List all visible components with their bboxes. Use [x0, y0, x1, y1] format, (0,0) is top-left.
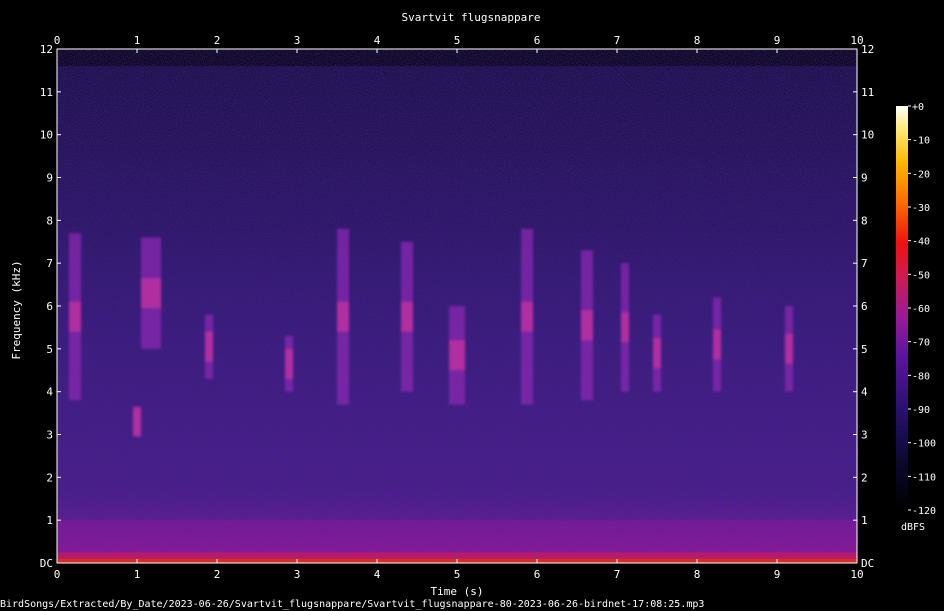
y-tick-label-left: 6 — [46, 300, 53, 313]
spectrogram-plot — [57, 49, 857, 563]
x-tick-label-bottom: 3 — [294, 568, 301, 581]
x-tick-label-bottom: 6 — [534, 568, 541, 581]
song-event-core — [337, 301, 349, 332]
y-tick-label-right: 3 — [861, 429, 868, 442]
x-tick-label-top: 1 — [134, 34, 141, 47]
colorbar-tick-label: -120 — [912, 506, 936, 517]
y-tick-label-right: 10 — [861, 129, 874, 142]
song-event-core — [285, 348, 293, 379]
y-tick-label-right: 5 — [861, 343, 868, 356]
y-axis-label: Frequency (kHz) — [10, 260, 23, 359]
x-axis-label: Time (s) — [431, 585, 484, 598]
x-tick-label-bottom: 7 — [614, 568, 621, 581]
colorbar-gradient — [896, 106, 908, 510]
colorbar-tick-label: -40 — [912, 237, 930, 248]
x-tick-label-bottom: 8 — [694, 568, 701, 581]
song-event-core — [581, 310, 593, 341]
chart-title: Svartvit flugsnappare — [401, 11, 540, 24]
colorbar-tick-label: -30 — [912, 203, 930, 214]
colorbar-unit: dBFS — [901, 522, 925, 533]
colorbar-tick-label: -20 — [912, 169, 930, 180]
file-path: BirdSongs/Extracted/By_Date/2023-06-26/S… — [0, 599, 704, 610]
song-event-core — [401, 301, 413, 332]
x-tick-label-bottom: 4 — [374, 568, 381, 581]
colorbar-tick-label: -80 — [912, 371, 930, 382]
y-tick-label-right: 2 — [861, 471, 868, 484]
low-frequency-energy — [57, 520, 857, 563]
y-tick-label-right: 12 — [861, 43, 874, 56]
colorbar-tick-label: -10 — [912, 136, 930, 147]
x-tick-label-top: 8 — [694, 34, 701, 47]
x-tick-label-top: 0 — [54, 34, 61, 47]
colorbar-tick-label: -100 — [912, 439, 936, 450]
y-tick-label-right: 6 — [861, 300, 868, 313]
y-tick-label-left: DC — [40, 557, 53, 570]
x-tick-label-bottom: 5 — [454, 568, 461, 581]
y-tick-label-right: 8 — [861, 214, 868, 227]
song-event-core — [653, 338, 661, 369]
y-tick-label-left: 10 — [40, 129, 53, 142]
colorbar-ticks: +0 -10 -20 -30 -40 -50 -60 -70 -80 -90 -100 -110 -12… — [908, 102, 936, 517]
y-tick-label-right: DC — [861, 557, 874, 570]
colorbar-tick-label: -110 — [912, 472, 936, 483]
x-tick-label-top: 7 — [614, 34, 621, 47]
y-tick-label-left: 7 — [46, 257, 53, 270]
colorbar-tick-label: -50 — [912, 270, 930, 281]
x-tick-label-bottom: 9 — [774, 568, 781, 581]
y-tick-label-left: 1 — [46, 514, 53, 527]
y-tick-label-left: 11 — [40, 86, 53, 99]
x-tick-label-bottom: 2 — [214, 568, 221, 581]
song-event-core — [141, 278, 161, 309]
x-tick-label-top: 6 — [534, 34, 541, 47]
y-tick-label-left: 9 — [46, 172, 53, 185]
x-tick-label-top: 2 — [214, 34, 221, 47]
song-event-core — [621, 312, 629, 343]
song-event-core — [449, 340, 465, 371]
x-tick-label-top: 5 — [454, 34, 461, 47]
y-tick-label-left: 4 — [46, 386, 53, 399]
y-tick-label-right: 4 — [861, 386, 868, 399]
y-tick-label-left: 12 — [40, 43, 53, 56]
x-tick-label-top: 4 — [374, 34, 381, 47]
x-tick-label-bottom: 1 — [134, 568, 141, 581]
y-tick-label-right: 1 — [861, 514, 868, 527]
colorbar-tick-label: -90 — [912, 405, 930, 416]
y-tick-label-right: 7 — [861, 257, 868, 270]
colorbar-tick-label: +0 — [912, 102, 924, 113]
x-tick-label-top: 9 — [774, 34, 781, 47]
song-event-core — [69, 301, 81, 332]
spectrogram-figure: Svartvit flugsnappare 0 1 2 3 4 5 6 7 8 9 10 01234… — [0, 11, 936, 610]
song-event-core — [713, 329, 721, 360]
colorbar-tick-label: -70 — [912, 338, 930, 349]
x-tick-label-top: 3 — [294, 34, 301, 47]
x-tick-label-bottom: 0 — [54, 568, 61, 581]
y-tick-label-right: 9 — [861, 172, 868, 185]
song-event-core — [785, 333, 793, 364]
colorbar-tick-label: -60 — [912, 304, 930, 315]
song-event-core — [521, 301, 533, 332]
y-tick-label-left: 3 — [46, 429, 53, 442]
y-tick-label-left: 2 — [46, 471, 53, 484]
y-tick-label-left: 8 — [46, 214, 53, 227]
y-tick-label-right: 11 — [861, 86, 874, 99]
colorbar: +0 -10 -20 -30 -40 -50 -60 -70 -80 -90 -100 -110 -12… — [896, 102, 936, 533]
y-tick-label-left: 5 — [46, 343, 53, 356]
song-event-core — [205, 331, 213, 362]
song-event-core — [133, 406, 141, 437]
